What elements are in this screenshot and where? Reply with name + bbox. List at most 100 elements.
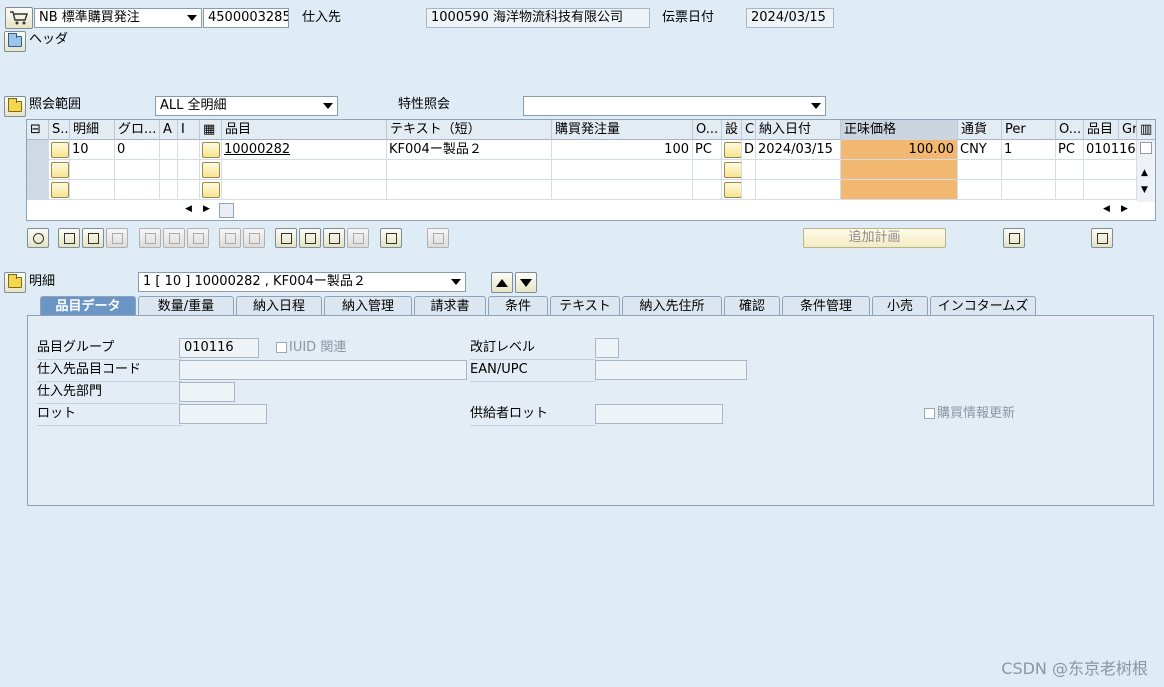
- cell-short-text[interactable]: KF004ー製品２: [387, 140, 552, 160]
- filter-off-button[interactable]: [347, 228, 369, 248]
- scope-folder-button[interactable]: [4, 96, 26, 117]
- row-selector[interactable]: [27, 160, 49, 180]
- cell-material[interactable]: 10000282: [222, 140, 387, 160]
- cell-net-price[interactable]: 100.00: [841, 140, 958, 160]
- setting-button-cell[interactable]: [722, 160, 742, 180]
- col-c[interactable]: C: [742, 120, 756, 140]
- material-button-cell[interactable]: [200, 180, 222, 200]
- material-button[interactable]: [202, 162, 220, 178]
- export-button[interactable]: [1091, 228, 1113, 248]
- cart-icon[interactable]: [5, 7, 33, 29]
- setting-button[interactable]: [724, 182, 741, 198]
- scroll-left-icon[interactable]: ◀: [185, 204, 192, 214]
- empty-cell[interactable]: [1002, 180, 1056, 200]
- col-short-text[interactable]: テキスト（短）: [387, 120, 552, 140]
- supplier-lot-field[interactable]: [595, 404, 723, 424]
- scroll-thumb[interactable]: [219, 203, 234, 218]
- status-button[interactable]: [51, 182, 69, 198]
- scope-select[interactable]: ALL 全明細: [155, 96, 338, 116]
- horizontal-scrollbar[interactable]: ◀ ▶ ◀ ▶: [27, 202, 1155, 220]
- next-item-button[interactable]: [515, 272, 537, 293]
- empty-cell[interactable]: [958, 160, 1002, 180]
- col-s[interactable]: S..: [49, 120, 70, 140]
- status-button-cell[interactable]: [49, 140, 70, 160]
- tab-delivery[interactable]: 納入管理: [324, 296, 412, 316]
- cell-group[interactable]: 0: [115, 140, 160, 160]
- col-quantity[interactable]: 購買発注量: [552, 120, 693, 140]
- tab-delivery-address[interactable]: 納入先住所: [622, 296, 722, 316]
- empty-cell[interactable]: [742, 180, 756, 200]
- status-button[interactable]: [51, 162, 69, 178]
- empty-cell[interactable]: [693, 180, 722, 200]
- detail-item-select[interactable]: 1 [ 10 ] 10000282 , KF004ー製品２: [138, 272, 466, 292]
- char-select[interactable]: [523, 96, 826, 116]
- setting-button-cell[interactable]: [722, 140, 742, 160]
- tab-material-data[interactable]: 品目データ: [40, 296, 136, 317]
- col-unit[interactable]: O...: [693, 120, 722, 140]
- price-button[interactable]: [1003, 228, 1025, 248]
- tab-texts[interactable]: テキスト: [550, 296, 620, 316]
- row-selector[interactable]: [27, 180, 49, 200]
- tab-quantity-weight[interactable]: 数量/重量: [138, 296, 234, 316]
- row-checkbox[interactable]: [1140, 142, 1152, 154]
- table-row[interactable]: [27, 180, 1137, 200]
- empty-cell[interactable]: [387, 160, 552, 180]
- empty-cell[interactable]: [160, 180, 178, 200]
- empty-cell[interactable]: [958, 180, 1002, 200]
- insert-row-button[interactable]: [58, 228, 80, 248]
- material-button[interactable]: [202, 182, 220, 198]
- empty-cell[interactable]: [742, 160, 756, 180]
- empty-cell[interactable]: [115, 160, 160, 180]
- empty-cell[interactable]: [1002, 160, 1056, 180]
- paste-button[interactable]: [243, 228, 265, 248]
- layout-button[interactable]: [427, 228, 449, 248]
- cell-per[interactable]: 1: [1002, 140, 1056, 160]
- empty-cell[interactable]: [1056, 160, 1084, 180]
- lock-button[interactable]: [163, 228, 185, 248]
- col-mat-group[interactable]: 品目: [1084, 120, 1119, 140]
- cell-a[interactable]: [160, 140, 178, 160]
- col-net-price[interactable]: 正味価格: [841, 120, 958, 140]
- col-per[interactable]: Per: [1002, 120, 1056, 140]
- material-group-field[interactable]: 010116: [179, 338, 259, 358]
- empty-cell[interactable]: [693, 160, 722, 180]
- col-order-unit[interactable]: O...: [1056, 120, 1084, 140]
- vertical-scrollbar[interactable]: ▲ ▼: [1137, 140, 1155, 202]
- table-row[interactable]: [27, 160, 1137, 180]
- empty-cell[interactable]: [222, 180, 387, 200]
- tab-conditions[interactable]: 条件: [488, 296, 548, 316]
- scroll-up-icon[interactable]: ▲: [1141, 168, 1148, 178]
- setting-button[interactable]: [724, 162, 741, 178]
- tab-retail[interactable]: 小売: [872, 296, 928, 316]
- row-selector[interactable]: [27, 140, 49, 160]
- supplier-mat-field[interactable]: [179, 360, 467, 380]
- cell-quantity[interactable]: 100: [552, 140, 693, 160]
- info-update-checkbox-label[interactable]: 購買情報更新: [924, 404, 1015, 424]
- tab-invoice[interactable]: 請求書: [414, 296, 486, 316]
- sum-button[interactable]: [380, 228, 402, 248]
- cell-mat-group[interactable]: 010116: [1084, 140, 1137, 160]
- detail-folder-button[interactable]: [4, 272, 26, 293]
- empty-cell[interactable]: [552, 160, 693, 180]
- sort-desc-button[interactable]: [299, 228, 321, 248]
- revision-field[interactable]: [595, 338, 619, 358]
- iuid-checkbox[interactable]: [276, 342, 287, 353]
- unlock-button[interactable]: [187, 228, 209, 248]
- supplier-field[interactable]: 1000590 海洋物流科技有限公司: [426, 8, 650, 28]
- empty-cell[interactable]: [1056, 180, 1084, 200]
- cell-c[interactable]: D: [742, 140, 756, 160]
- col-currency[interactable]: 通貨: [958, 120, 1002, 140]
- col-group[interactable]: グロ...: [115, 120, 160, 140]
- empty-cell[interactable]: [756, 160, 841, 180]
- empty-cell[interactable]: [115, 180, 160, 200]
- delete-button[interactable]: [139, 228, 161, 248]
- empty-cell[interactable]: [756, 180, 841, 200]
- cell-i[interactable]: [178, 140, 200, 160]
- col-material-icon[interactable]: ▦: [200, 120, 222, 140]
- header-expand-button[interactable]: [4, 31, 26, 52]
- doc-date-field[interactable]: 2024/03/15: [746, 8, 834, 28]
- col-material[interactable]: 品目: [222, 120, 387, 140]
- col-item[interactable]: 明細: [70, 120, 115, 140]
- cell-currency[interactable]: CNY: [958, 140, 1002, 160]
- tab-condition-control[interactable]: 条件管理: [782, 296, 870, 316]
